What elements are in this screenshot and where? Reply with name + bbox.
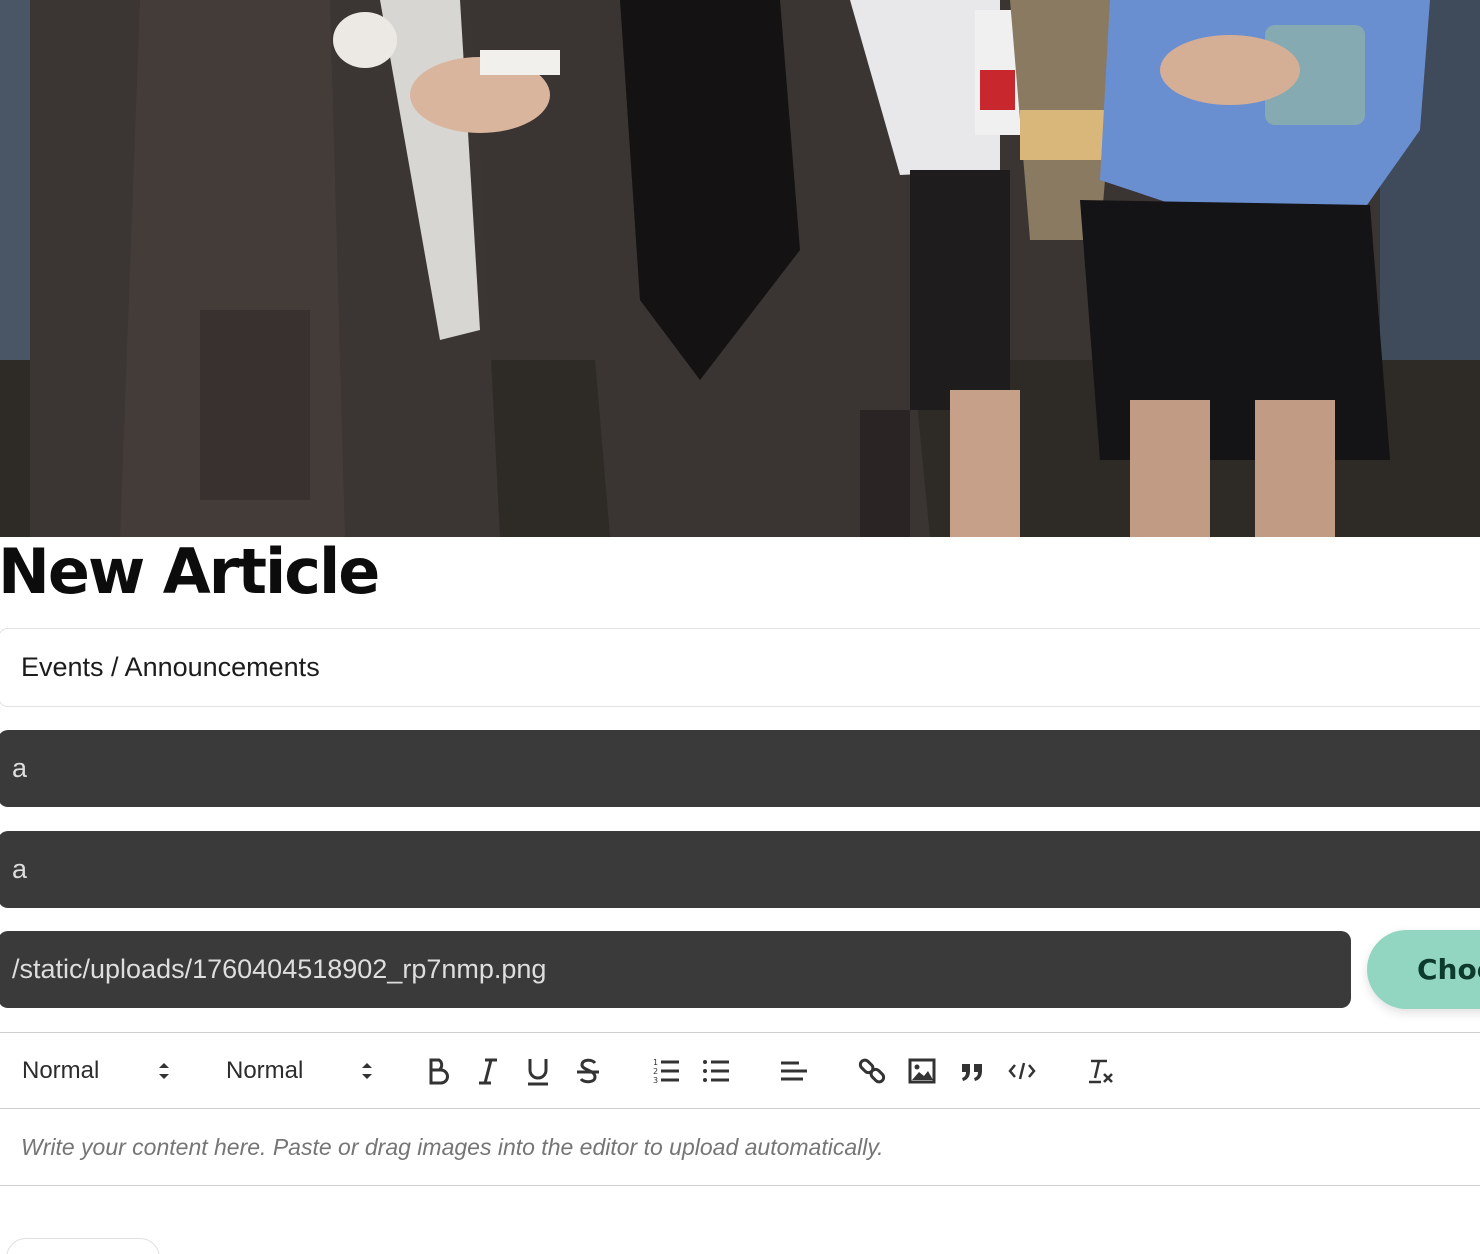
header-select-value: Normal bbox=[22, 1057, 100, 1084]
editor-content-area[interactable]: Write your content here. Paste or drag i… bbox=[0, 1109, 1480, 1186]
align-icon bbox=[781, 1061, 807, 1081]
link-button[interactable] bbox=[854, 1053, 890, 1089]
new-article-page: New Article Events / Announcements Choos… bbox=[0, 0, 1480, 1254]
image-path-input[interactable] bbox=[0, 931, 1351, 1008]
article-title-input[interactable] bbox=[0, 730, 1480, 807]
svg-text:2: 2 bbox=[653, 1067, 658, 1076]
select-arrows-icon bbox=[362, 1063, 372, 1079]
blockquote-button[interactable] bbox=[954, 1053, 990, 1089]
page-title: New Article bbox=[0, 535, 380, 608]
hero-image bbox=[0, 0, 1480, 537]
bold-icon bbox=[429, 1058, 449, 1085]
code-block-icon bbox=[1008, 1062, 1036, 1080]
link-icon bbox=[858, 1058, 886, 1084]
hero-photo-illustration bbox=[0, 0, 1480, 537]
image-icon bbox=[908, 1058, 936, 1084]
underline-icon bbox=[528, 1059, 548, 1086]
size-select[interactable]: Normal bbox=[226, 1053, 386, 1089]
size-select-value: Normal bbox=[226, 1057, 304, 1084]
svg-text:3: 3 bbox=[653, 1076, 658, 1085]
header-select[interactable]: Normal bbox=[22, 1053, 182, 1089]
bullet-list-icon bbox=[703, 1060, 729, 1082]
ordered-list-icon: 1 2 3 bbox=[653, 1058, 679, 1085]
editor-toolbar: Normal Normal 1 2 3 bbox=[0, 1032, 1480, 1109]
strikethrough-button[interactable] bbox=[570, 1053, 606, 1089]
select-arrows-icon bbox=[159, 1063, 169, 1079]
italic-icon bbox=[479, 1058, 497, 1085]
article-summary-input[interactable] bbox=[0, 831, 1480, 908]
bold-button[interactable] bbox=[420, 1053, 456, 1089]
image-button[interactable] bbox=[904, 1053, 940, 1089]
submit-button[interactable] bbox=[6, 1238, 160, 1254]
code-block-button[interactable] bbox=[1004, 1053, 1040, 1089]
category-select[interactable]: Events / Announcements bbox=[0, 628, 1480, 707]
underline-button[interactable] bbox=[520, 1053, 556, 1089]
italic-button[interactable] bbox=[470, 1053, 506, 1089]
strikethrough-icon bbox=[577, 1058, 599, 1084]
ordered-list-button[interactable]: 1 2 3 bbox=[648, 1053, 684, 1089]
category-select-value: Events / Announcements bbox=[21, 652, 320, 682]
editor-placeholder: Write your content here. Paste or drag i… bbox=[21, 1133, 884, 1160]
bullet-list-button[interactable] bbox=[698, 1053, 734, 1089]
choose-image-button[interactable]: Choose bbox=[1367, 930, 1480, 1009]
clear-format-icon bbox=[1089, 1059, 1113, 1084]
clear-format-button[interactable] bbox=[1082, 1053, 1118, 1089]
align-button[interactable] bbox=[776, 1053, 812, 1089]
svg-text:1: 1 bbox=[653, 1058, 658, 1067]
blockquote-icon bbox=[962, 1064, 982, 1081]
